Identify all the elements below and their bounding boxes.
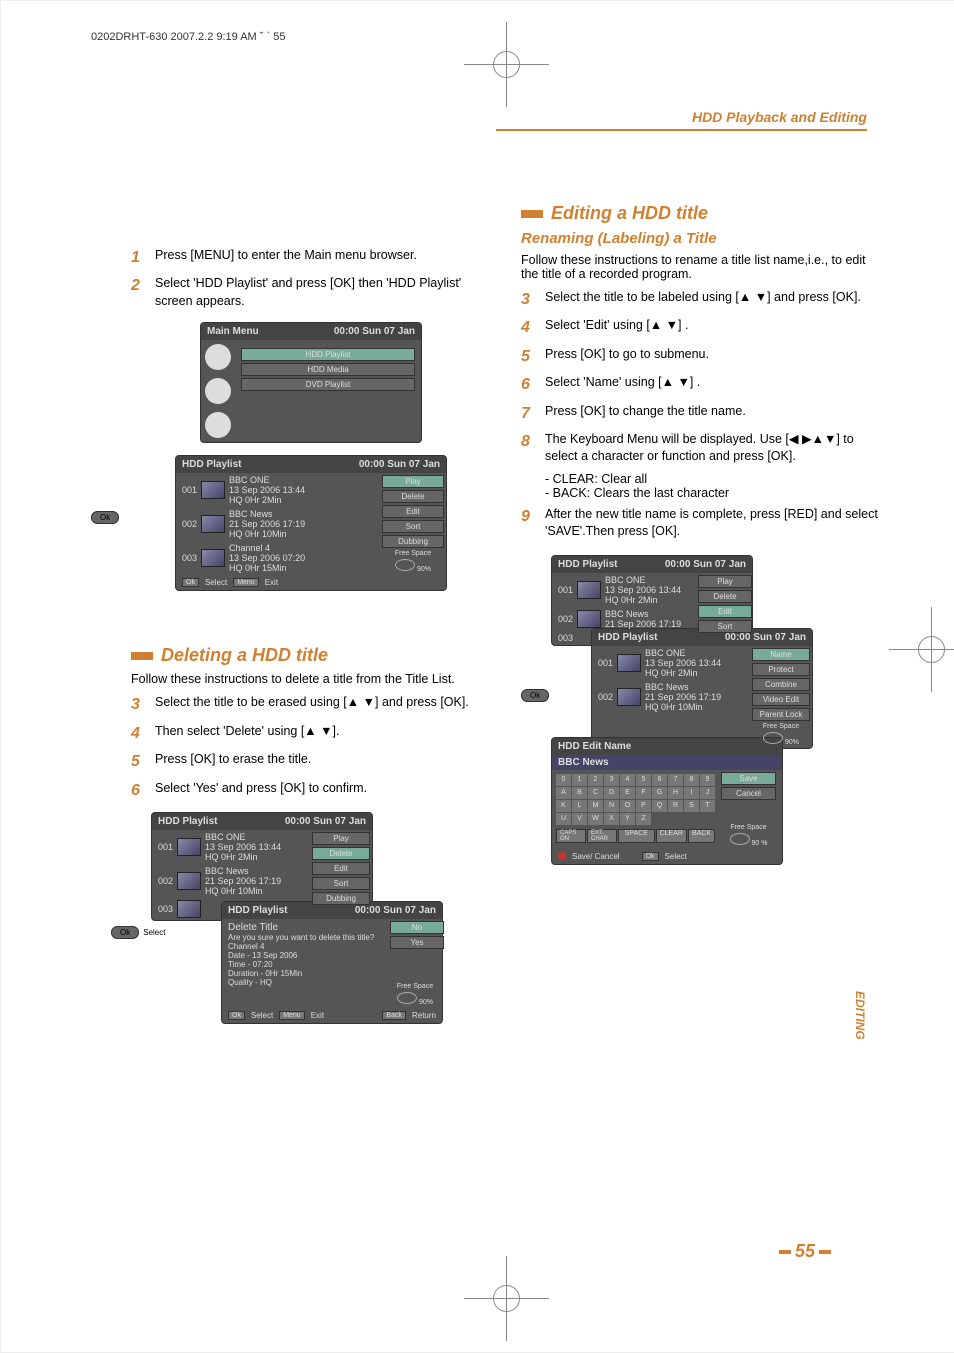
- key-U[interactable]: U: [556, 813, 571, 825]
- key-2[interactable]: 2: [588, 774, 603, 786]
- deleting-title-heading: Deleting a HDD title: [161, 645, 328, 666]
- title-row-1[interactable]: 001BBC ONE13 Sep 2006 13:44HQ 0Hr 2Min: [176, 473, 380, 507]
- registration-mark-bottom: [493, 1285, 520, 1312]
- key-0[interactable]: 0: [556, 774, 571, 786]
- key-B[interactable]: B: [572, 787, 587, 799]
- dvd-icon: [205, 412, 231, 438]
- key-G[interactable]: G: [652, 787, 667, 799]
- rename-intro: Follow these instructions to rename a ti…: [521, 253, 881, 281]
- key-E[interactable]: E: [620, 787, 635, 799]
- r-step-3: 3Select the title to be labeled using [▲…: [521, 289, 881, 311]
- editing-title-heading: Editing a HDD title: [551, 203, 708, 224]
- key-6[interactable]: 6: [652, 774, 667, 786]
- r-step-8: 8The Keyboard Menu will be displayed. Us…: [521, 431, 881, 466]
- r-step-8a: - CLEAR: Clear all: [545, 472, 881, 486]
- hdd-icon: [205, 344, 231, 370]
- right-column: Editing a HDD title Renaming (Labeling) …: [521, 193, 881, 865]
- step-5: 5Press [OK] to erase the title.: [131, 751, 491, 773]
- key-I[interactable]: I: [684, 787, 699, 799]
- renaming-heading: Renaming (Labeling) a Title: [521, 230, 881, 247]
- kb-save[interactable]: Save: [721, 772, 776, 785]
- key-D[interactable]: D: [604, 787, 619, 799]
- osd-edit-2: HDD Playlist00:00 Sun 07 Jan 001BBC ONE1…: [591, 628, 813, 749]
- r-step-9: 9 After the new title name is complete, …: [521, 506, 881, 541]
- manual-page: 0202DRHT-630 2007.2.2 9:19 AM ˘ ` 55 HDD…: [0, 0, 954, 1353]
- key-H[interactable]: H: [668, 787, 683, 799]
- r-step-6: 6Select 'Name' using [▲ ▼] .: [521, 374, 881, 396]
- action-play[interactable]: Play: [382, 475, 444, 488]
- key-Z[interactable]: Z: [636, 813, 651, 825]
- menu-dvd-playlist[interactable]: DVD Playlist: [241, 378, 415, 391]
- registration-mark-right: [918, 636, 945, 663]
- osd-keyboard: HDD Edit Name BBC News 0123456789ABCDEFG…: [551, 737, 783, 865]
- key-A[interactable]: A: [556, 787, 571, 799]
- step-2: 2Select 'HDD Playlist' and press [OK] th…: [131, 275, 491, 310]
- key-F[interactable]: F: [636, 787, 651, 799]
- key-C[interactable]: C: [588, 787, 603, 799]
- key-5[interactable]: 5: [636, 774, 651, 786]
- key-Y[interactable]: Y: [620, 813, 635, 825]
- key-K[interactable]: K: [556, 800, 571, 812]
- key-4[interactable]: 4: [620, 774, 635, 786]
- submenu-parentlock[interactable]: Parent Lock: [752, 708, 810, 721]
- step-1: 1Press [MENU] to enter the Main menu bro…: [131, 247, 491, 269]
- step-3: 3Select the title to be erased using [▲ …: [131, 694, 491, 716]
- submenu-name[interactable]: Name: [752, 648, 810, 661]
- key-T[interactable]: T: [700, 800, 715, 812]
- section-header: HDD Playback and Editing: [496, 109, 867, 131]
- osd-main-menu: Main Menu00:00 Sun 07 Jan HDD Playlist H…: [200, 322, 422, 443]
- key-N[interactable]: N: [604, 800, 619, 812]
- action-delete[interactable]: Delete: [382, 490, 444, 503]
- key-L[interactable]: L: [572, 800, 587, 812]
- page-number: 55: [775, 1241, 835, 1262]
- name-field[interactable]: BBC News: [552, 755, 782, 770]
- key-Q[interactable]: Q: [652, 800, 667, 812]
- step-6: 6Select 'Yes' and press [OK] to confirm.: [131, 780, 491, 802]
- r-step-7: 7Press [OK] to change the title name.: [521, 403, 881, 425]
- key-9[interactable]: 9: [700, 774, 715, 786]
- key-X[interactable]: X: [604, 813, 619, 825]
- title-row-3[interactable]: 003Channel 413 Sep 2006 07:20HQ 0Hr 15Mi…: [176, 541, 380, 575]
- registration-mark-top: [493, 51, 520, 78]
- key-S[interactable]: S: [684, 800, 699, 812]
- key-1[interactable]: 1: [572, 774, 587, 786]
- left-column: 1Press [MENU] to enter the Main menu bro…: [131, 241, 491, 1024]
- key-O[interactable]: O: [620, 800, 635, 812]
- submenu-videoedit[interactable]: Video Edit: [752, 693, 810, 706]
- confirm-yes[interactable]: Yes: [390, 936, 444, 949]
- submenu-combine[interactable]: Combine: [752, 678, 810, 691]
- osd-delete-confirm: HDD Playlist00:00 Sun 07 Jan Delete Titl…: [221, 901, 443, 1024]
- kb-cancel[interactable]: Cancel: [721, 787, 776, 800]
- keyboard-grid[interactable]: 0123456789 ABCDEFGHIJ KLMNOPQRST UVWXYZ: [552, 770, 719, 829]
- r-step-8b: - BACK: Clears the last character: [545, 486, 881, 500]
- ok-pill: Ok: [91, 511, 119, 524]
- key-J[interactable]: J: [700, 787, 715, 799]
- menu-hdd-playlist[interactable]: HDD Playlist: [241, 348, 415, 361]
- print-header: 0202DRHT-630 2007.2.2 9:19 AM ˘ ` 55: [91, 31, 285, 43]
- key-V[interactable]: V: [572, 813, 587, 825]
- submenu-protect[interactable]: Protect: [752, 663, 810, 676]
- side-tab-editing: EDITING: [853, 991, 867, 1040]
- media-icon: [205, 378, 231, 404]
- key-M[interactable]: M: [588, 800, 603, 812]
- key-W[interactable]: W: [588, 813, 603, 825]
- key-P[interactable]: P: [636, 800, 651, 812]
- r-step-4: 4Select 'Edit' using [▲ ▼] .: [521, 317, 881, 339]
- key-7[interactable]: 7: [668, 774, 683, 786]
- key-3[interactable]: 3: [604, 774, 619, 786]
- confirm-no[interactable]: No: [390, 921, 444, 934]
- key-8[interactable]: 8: [684, 774, 699, 786]
- delete-intro: Follow these instructions to delete a ti…: [131, 672, 491, 686]
- menu-hdd-media[interactable]: HDD Media: [241, 363, 415, 376]
- r-step-5: 5Press [OK] to go to submenu.: [521, 346, 881, 368]
- step-4: 4Then select 'Delete' using [▲ ▼].: [131, 723, 491, 745]
- action-dubbing[interactable]: Dubbing: [382, 535, 444, 548]
- key-R[interactable]: R: [668, 800, 683, 812]
